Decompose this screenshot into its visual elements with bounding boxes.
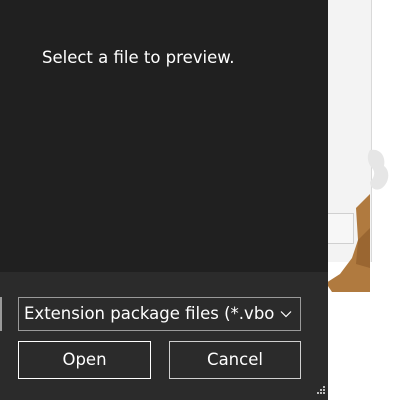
resize-grip-icon[interactable] <box>314 385 326 397</box>
preview-message: Select a file to preview. <box>42 48 235 67</box>
background-decoration-shape <box>367 149 389 190</box>
file-open-dialog: Select a file to preview. Extension pack… <box>0 0 328 400</box>
chevron-down-icon <box>280 311 292 318</box>
cancel-button[interactable]: Cancel <box>168 340 302 380</box>
screen: Select a file to preview. Extension pack… <box>0 0 400 400</box>
preview-pane: Select a file to preview. <box>0 0 328 272</box>
file-type-filter-value: Extension package files (*.vbox- <box>24 304 274 323</box>
open-button[interactable]: Open <box>17 340 152 380</box>
file-name-field-edge <box>0 297 2 331</box>
dialog-footer <box>0 272 328 400</box>
file-type-filter-dropdown[interactable]: Extension package files (*.vbox- <box>18 297 301 331</box>
